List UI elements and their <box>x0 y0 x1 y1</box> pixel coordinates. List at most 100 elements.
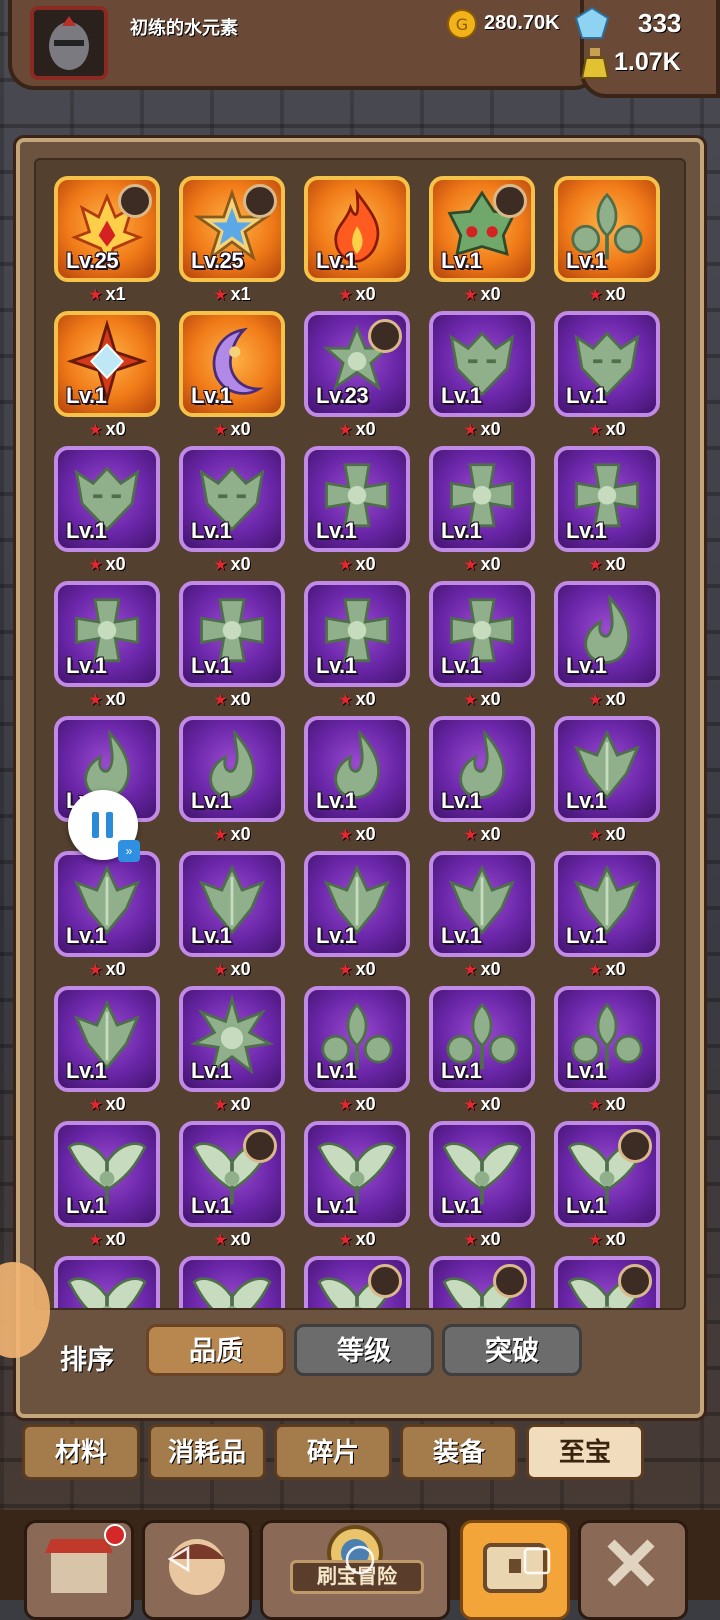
treasure-item[interactable]: Lv.1 ★x0 <box>179 851 285 981</box>
treasure-item[interactable]: Lv.1 ★x0 <box>429 581 535 711</box>
treasure-tile[interactable]: Lv.1 <box>429 851 535 957</box>
treasure-item[interactable]: Lv.1 ★x0 <box>554 1121 660 1251</box>
treasure-item[interactable]: Lv.1 ★x0 <box>429 716 535 846</box>
sort-quality-button[interactable]: 品质 <box>146 1324 286 1376</box>
treasure-item[interactable]: Lv.1 ★x0 <box>179 986 285 1116</box>
treasure-tile[interactable]: Lv.1 <box>554 986 660 1092</box>
treasure-tile[interactable]: Lv.1 <box>54 446 160 552</box>
treasure-item[interactable]: Lv.1 ★x0 <box>554 176 660 306</box>
treasure-item[interactable] <box>554 1256 660 1308</box>
tab-materials[interactable]: 材料 <box>22 1424 140 1480</box>
treasure-item[interactable]: Lv.1 ★x0 <box>429 311 535 441</box>
treasure-item[interactable]: Lv.1 ★x0 <box>54 446 160 576</box>
forge-icon[interactable] <box>578 1520 688 1620</box>
treasure-item[interactable]: Lv.1 ★x0 <box>554 716 660 846</box>
treasure-item[interactable]: Lv.1 ★x0 <box>304 1121 410 1251</box>
back-icon[interactable] <box>164 1544 194 1579</box>
hero-icon[interactable] <box>142 1520 252 1620</box>
treasure-grid[interactable]: Lv.25 ★ x1 Lv.25 ★ x1 Lv.1 ★ x0 Lv.1 ★ x0 Lv.1 ★ x0 Lv.… <box>34 158 686 1310</box>
treasure-tile[interactable]: Lv.1 <box>179 311 285 417</box>
treasure-item[interactable]: Lv.1 ★x0 <box>54 311 160 441</box>
sort-breakthrough-button[interactable]: 突破 <box>442 1324 582 1376</box>
tab-equipment[interactable]: 装备 <box>400 1424 518 1480</box>
treasure-item[interactable]: Lv.1 ★x0 <box>179 446 285 576</box>
treasure-item[interactable]: Lv.1 ★x0 <box>554 851 660 981</box>
treasure-tile[interactable]: Lv.1 <box>304 986 410 1092</box>
treasure-item[interactable]: Lv.1 ★x0 <box>179 716 285 846</box>
treasure-tile[interactable]: Lv.1 <box>304 581 410 687</box>
treasure-item[interactable]: Lv.1 ★x0 <box>179 581 285 711</box>
treasure-tile[interactable]: Lv.1 <box>554 446 660 552</box>
tab-fragments[interactable]: 碎片 <box>274 1424 392 1480</box>
treasure-item[interactable]: Lv.1 ★x0 <box>179 311 285 441</box>
recents-icon[interactable] <box>522 1546 552 1581</box>
treasure-item[interactable]: Lv.1 ★x0 <box>429 1121 535 1251</box>
treasure-tile[interactable]: Lv.1 <box>429 986 535 1092</box>
treasure-item[interactable]: Lv.1 ★x0 <box>554 311 660 441</box>
treasure-tile[interactable] <box>554 1256 660 1308</box>
treasure-tile[interactable]: Lv.1 <box>54 311 160 417</box>
treasure-tile[interactable]: Lv.1 <box>554 1121 660 1227</box>
sort-level-button[interactable]: 等级 <box>294 1324 434 1376</box>
shop-icon[interactable] <box>24 1520 134 1620</box>
treasure-tile[interactable]: Lv.1 <box>429 716 535 822</box>
treasure-item[interactable]: Lv.25 ★ x1 <box>54 176 160 306</box>
treasure-item[interactable]: Lv.1 ★x0 <box>554 446 660 576</box>
tab-consumables[interactable]: 消耗品 <box>148 1424 266 1480</box>
treasure-item[interactable]: Lv.1 ★x0 <box>304 581 410 711</box>
treasure-item[interactable]: Lv.1 ★x0 <box>429 446 535 576</box>
treasure-tile[interactable]: Lv.1 <box>554 716 660 822</box>
treasure-tile[interactable]: Lv.25 <box>179 176 285 282</box>
fast-forward-icon[interactable]: » <box>118 840 140 862</box>
treasure-item[interactable]: Lv.1 ★x0 <box>304 716 410 846</box>
treasure-item[interactable]: Lv.1 ★x0 <box>429 851 535 981</box>
home-icon[interactable] <box>344 1544 376 1581</box>
treasure-item[interactable]: Lv.1 ★x0 <box>304 851 410 981</box>
treasure-tile[interactable]: Lv.1 <box>554 851 660 957</box>
treasure-item[interactable]: Lv.25 ★ x1 <box>179 176 285 306</box>
treasure-tile[interactable]: Lv.1 <box>304 851 410 957</box>
treasure-item[interactable] <box>304 1256 410 1308</box>
gem-icon[interactable] <box>574 6 610 45</box>
treasure-tile[interactable]: Lv.1 <box>54 986 160 1092</box>
treasure-item[interactable]: Lv.1 ★x0 <box>554 581 660 711</box>
treasure-tile[interactable]: Lv.1 <box>554 581 660 687</box>
treasure-item[interactable]: Lv.1 ★x0 <box>54 1121 160 1251</box>
treasure-tile[interactable]: Lv.1 <box>304 716 410 822</box>
treasure-tile[interactable]: Lv.1 <box>179 581 285 687</box>
treasure-tile[interactable]: Lv.1 <box>179 1121 285 1227</box>
treasure-tile[interactable]: Lv.1 <box>54 1121 160 1227</box>
treasure-item[interactable]: Lv.1 ★x0 <box>179 1121 285 1251</box>
treasure-tile[interactable]: Lv.1 <box>429 581 535 687</box>
treasure-item[interactable]: Lv.1 ★x0 <box>429 986 535 1116</box>
treasure-tile[interactable]: Lv.1 <box>54 581 160 687</box>
treasure-tile[interactable]: Lv.1 <box>554 311 660 417</box>
treasure-tile[interactable]: Lv.1 <box>429 446 535 552</box>
treasure-item[interactable] <box>179 1256 285 1308</box>
treasure-tile[interactable]: Lv.1 <box>54 851 160 957</box>
treasure-item[interactable] <box>429 1256 535 1308</box>
treasure-item[interactable]: Lv.1 ★x0 <box>304 176 410 306</box>
treasure-tile[interactable]: Lv.1 <box>429 1121 535 1227</box>
treasure-tile[interactable]: Lv.1 <box>179 851 285 957</box>
player-avatar[interactable] <box>30 6 108 80</box>
treasure-tile[interactable]: Lv.1 <box>179 716 285 822</box>
tab-treasures[interactable]: 至宝 <box>526 1424 644 1480</box>
treasure-tile[interactable] <box>54 1256 160 1308</box>
treasure-item[interactable]: Lv.1 ★x0 <box>54 986 160 1116</box>
treasure-tile[interactable] <box>304 1256 410 1308</box>
treasure-item[interactable]: Lv.1 ★x0 <box>54 851 160 981</box>
treasure-item[interactable] <box>54 1256 160 1308</box>
treasure-tile[interactable]: Lv.25 <box>54 176 160 282</box>
treasure-tile[interactable]: Lv.1 <box>554 176 660 282</box>
treasure-item[interactable]: Lv.1 ★x0 <box>429 176 535 306</box>
treasure-item[interactable]: Lv.1 ★x0 <box>304 986 410 1116</box>
treasure-tile[interactable]: Lv.23 <box>304 311 410 417</box>
treasure-tile[interactable] <box>429 1256 535 1308</box>
treasure-tile[interactable]: Lv.1 <box>429 176 535 282</box>
treasure-tile[interactable]: Lv.1 <box>429 311 535 417</box>
treasure-tile[interactable]: Lv.1 <box>304 446 410 552</box>
potion-icon[interactable] <box>580 46 610 85</box>
treasure-item[interactable]: Lv.1 ★x0 <box>54 581 160 711</box>
treasure-item[interactable]: Lv.23 ★ x0 <box>304 311 410 441</box>
